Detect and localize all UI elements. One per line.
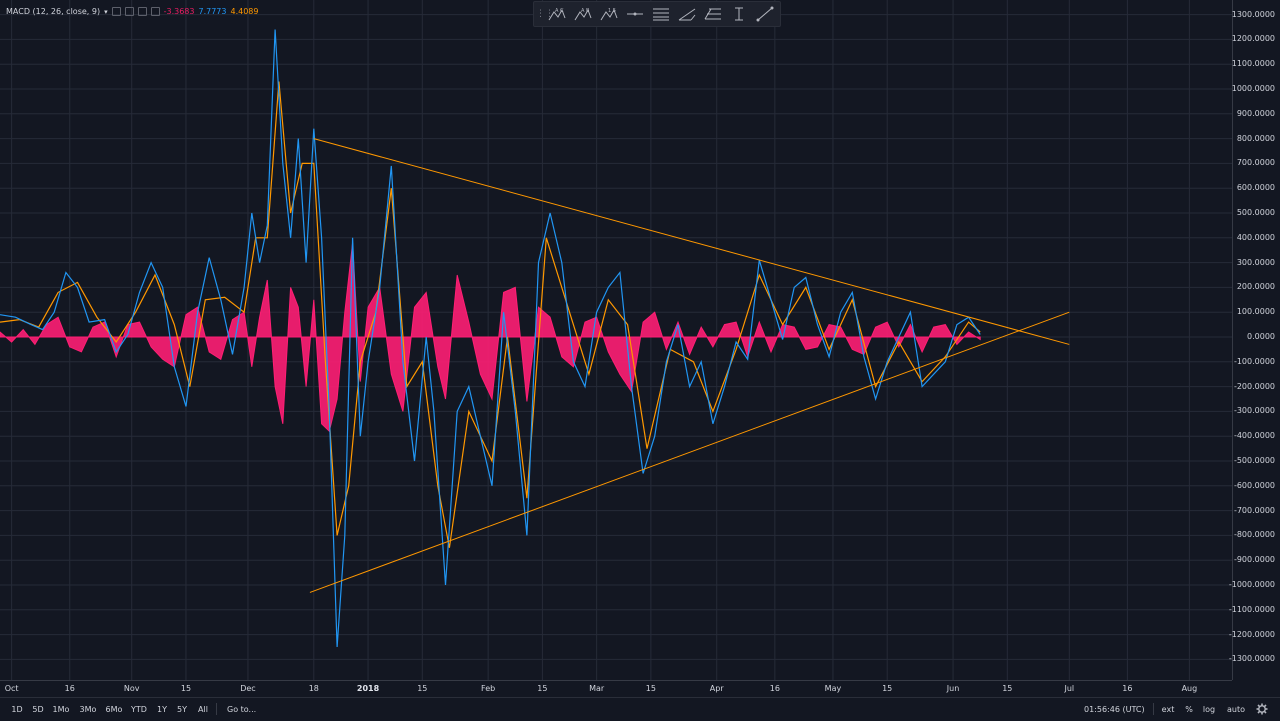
eye-icon[interactable]: [111, 7, 121, 16]
pattern-15-icon[interactable]: 1 5: [596, 3, 622, 25]
parallel-lines-icon[interactable]: [648, 3, 674, 25]
range-6mo[interactable]: 6Mo: [106, 705, 123, 714]
price-tick-label: 200.0000: [1236, 282, 1275, 292]
close-icon[interactable]: [137, 7, 147, 16]
more-icon[interactable]: [150, 7, 160, 16]
time-tick-label: Feb: [481, 684, 496, 693]
range-5d[interactable]: 5D: [32, 705, 43, 714]
time-tick-label: Dec: [240, 684, 256, 693]
range-1y[interactable]: 1Y: [157, 705, 167, 714]
time-tick-label: 15: [180, 684, 192, 693]
macd-chart[interactable]: [0, 0, 1232, 680]
price-tick-label: -700.0000: [1233, 505, 1275, 515]
time-tick-label: 18: [308, 684, 319, 693]
time-tick-label: Nov: [123, 684, 140, 693]
time-tick-label: 15: [417, 684, 428, 693]
indicator-name[interactable]: MACD (12, 26, close, 9): [6, 7, 100, 16]
range-3mo[interactable]: 3Mo: [80, 705, 97, 714]
price-tick-label: 1000.0000: [1231, 84, 1275, 93]
price-axis[interactable]: 1300.0000 1200.0000 1100.0000 1000.0000 900.…: [1228, 0, 1280, 680]
price-tick-label: -600.0000: [1233, 480, 1275, 490]
range-ytd[interactable]: YTD: [131, 705, 147, 714]
time-tick-label: 15: [1002, 684, 1013, 693]
price-tick-label: 900.0000: [1236, 108, 1275, 118]
drag-handle-icon[interactable]: ⋮⋮: [536, 5, 554, 23]
utc-clock[interactable]: 01:56:46 (UTC): [1084, 705, 1145, 714]
time-tick-label: Oct: [4, 684, 19, 693]
goto-button[interactable]: Go to...: [227, 705, 256, 714]
time-tick-label: May: [824, 684, 842, 693]
price-tick-label: 0.0000: [1247, 332, 1275, 341]
time-tick-label: 16: [1122, 684, 1133, 693]
log-toggle[interactable]: log: [1203, 705, 1215, 714]
time-tick-label: Mar: [589, 684, 605, 693]
price-tick-label: -1000.0000: [1228, 580, 1275, 589]
price-tick-label: 1300.0000: [1231, 9, 1275, 19]
time-tick-label: Apr: [709, 684, 724, 693]
bottom-bar: 1D 5D 1Mo 3Mo 6Mo YTD 1Y 5Y All Go to...…: [0, 697, 1280, 721]
price-tick-label: -900.0000: [1233, 555, 1275, 565]
ext-toggle[interactable]: ext: [1162, 705, 1175, 714]
price-tick-label: 1200.0000: [1231, 34, 1275, 44]
price-tick-label: 700.0000: [1236, 158, 1275, 168]
range-1d[interactable]: 1D: [11, 705, 22, 714]
price-tick-label: 300.0000: [1236, 257, 1275, 267]
price-tick-label: 600.0000: [1236, 183, 1275, 193]
time-tick-label: 15: [645, 684, 656, 693]
gear-icon[interactable]: [1256, 703, 1268, 715]
divider: [216, 703, 217, 715]
text-cursor-icon[interactable]: [726, 3, 752, 25]
auto-toggle[interactable]: auto: [1227, 705, 1245, 714]
price-tick-label: -1300.0000: [1228, 654, 1275, 664]
chart-pane[interactable]: [0, 0, 1232, 680]
divider: [1153, 703, 1154, 715]
signal-value: 4.4089: [230, 7, 259, 16]
time-tick-label: 15: [882, 684, 893, 693]
drawing-toolbar: ⋮⋮ A C A B 1 5: [533, 1, 781, 27]
price-tick-label: 100.0000: [1236, 307, 1275, 317]
range-5y[interactable]: 5Y: [177, 705, 187, 714]
histogram-value: -3.3683: [163, 7, 195, 16]
percent-toggle[interactable]: %: [1185, 705, 1193, 714]
price-tick-label: 1100.0000: [1231, 59, 1275, 69]
price-tick-label: -200.0000: [1233, 381, 1275, 391]
macd-value: 7.7773: [198, 7, 227, 16]
price-tick-label: -300.0000: [1233, 406, 1275, 416]
time-tick-label: 16: [64, 684, 75, 693]
price-tick-label: -1100.0000: [1228, 604, 1275, 614]
price-tick-label: -800.0000: [1233, 530, 1275, 540]
price-tick-label: 500.0000: [1236, 208, 1275, 217]
price-tick-label: -500.0000: [1233, 456, 1275, 465]
price-tick-label: 800.0000: [1236, 133, 1275, 143]
pattern-abcd-icon[interactable]: A C: [544, 3, 570, 25]
trend-line-icon[interactable]: [752, 3, 778, 25]
range-all[interactable]: All: [198, 705, 208, 714]
horizontal-line-icon[interactable]: [622, 3, 648, 25]
price-tick-label: -1200.0000: [1228, 629, 1275, 639]
time-tick-label: Aug: [1181, 684, 1198, 693]
price-tick-label: -100.0000: [1233, 356, 1275, 366]
price-tick-label: -400.0000: [1233, 431, 1275, 441]
price-tick-label: 400.0000: [1236, 232, 1275, 242]
indicator-legend: MACD (12, 26, close, 9) ▾ -3.3683 7.7773…: [6, 7, 258, 16]
pitchfork-icon[interactable]: [674, 3, 700, 25]
time-tick-label: 2018: [356, 684, 380, 693]
pattern-ab-icon[interactable]: A B: [570, 3, 596, 25]
time-tick-label: Jun: [946, 684, 960, 693]
range-1mo[interactable]: 1Mo: [53, 705, 70, 714]
settings-icon[interactable]: [124, 7, 134, 16]
chevron-down-icon[interactable]: ▾: [104, 8, 108, 16]
time-tick-label: 15: [537, 684, 548, 693]
time-tick-label: Jul: [1064, 684, 1075, 693]
time-tick-label: 16: [769, 684, 780, 693]
fib-icon[interactable]: [700, 3, 726, 25]
time-axis[interactable]: Oct 16 Nov 15 Dec 18 2018 15 Feb 15 Mar 15 Apr 16 May 1…: [0, 680, 1232, 697]
